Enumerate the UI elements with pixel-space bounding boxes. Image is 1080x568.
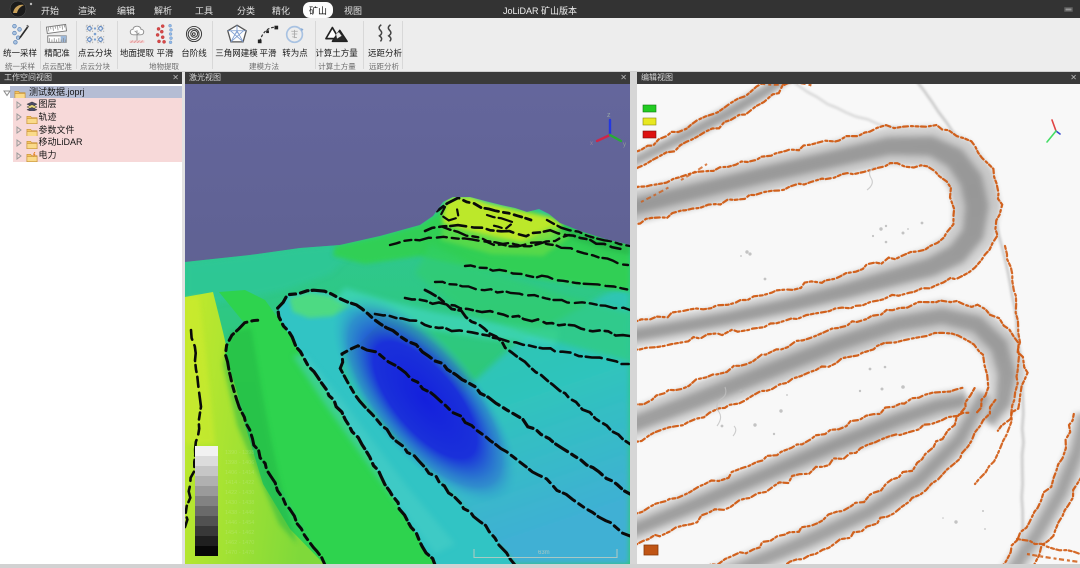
svg-text:1390 - 1398: 1390 - 1398: [225, 450, 254, 456]
svg-text:1414 - 1422: 1414 - 1422: [225, 480, 254, 486]
svg-text:1430 - 1438: 1430 - 1438: [225, 500, 254, 506]
svg-text:y: y: [623, 142, 626, 148]
svg-text:1422 - 1430: 1422 - 1430: [225, 490, 254, 496]
svg-text:1454 - 1462: 1454 - 1462: [225, 530, 254, 536]
svg-text:1470 - 1478: 1470 - 1478: [225, 550, 254, 556]
svg-text:1406 - 1414: 1406 - 1414: [225, 470, 254, 476]
svg-text:z: z: [607, 112, 611, 119]
svg-text:1438 - 1446: 1438 - 1446: [225, 510, 254, 516]
svg-text:1398 - 1406: 1398 - 1406: [225, 460, 254, 466]
svg-text:x: x: [590, 141, 593, 147]
svg-text:1446 - 1454: 1446 - 1454: [225, 520, 254, 526]
svg-text:63m: 63m: [538, 550, 550, 556]
svg-text:1462 - 1470: 1462 - 1470: [225, 540, 254, 546]
